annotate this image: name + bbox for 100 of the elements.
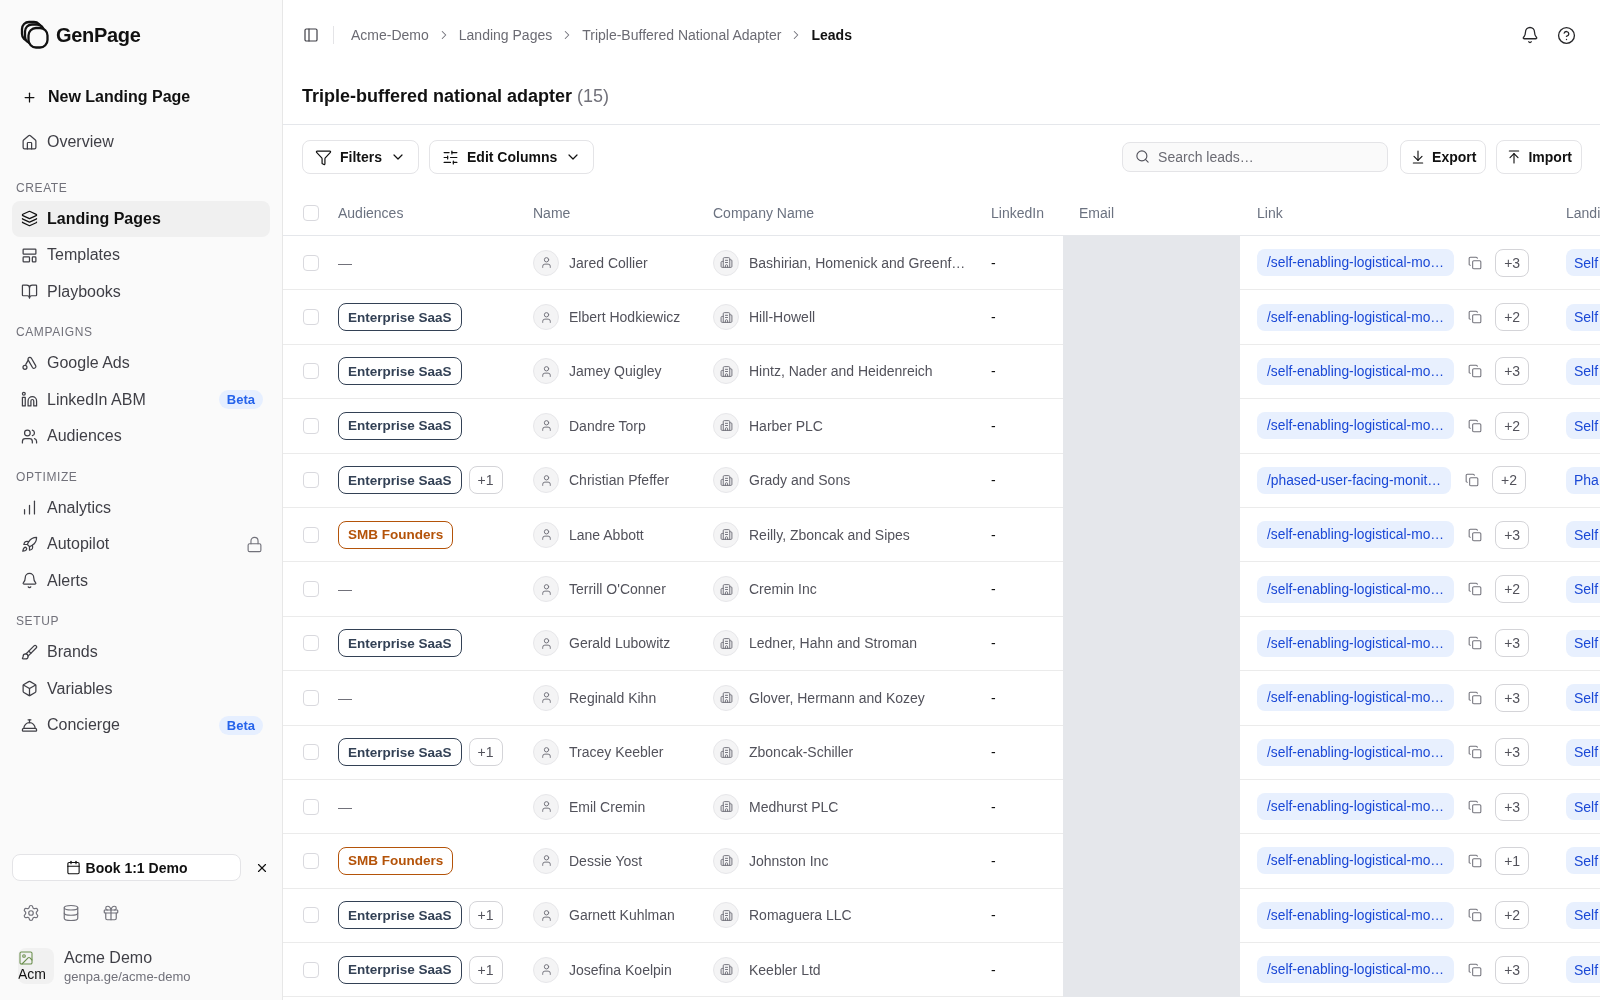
row-checkbox[interactable]: [303, 472, 319, 489]
link-chip[interactable]: /self-enabling-logistical-mo…: [1257, 575, 1455, 603]
filters-button[interactable]: Filters: [302, 140, 419, 174]
landing-page-chip[interactable]: Self: [1566, 521, 1600, 549]
row-checkbox[interactable]: [303, 907, 319, 924]
landing-page-chip[interactable]: Self: [1566, 684, 1600, 712]
nav-item[interactable]: Landing Pages: [12, 200, 270, 237]
link-chip[interactable]: /self-enabling-logistical-mo…: [1257, 901, 1455, 929]
landing-page-chip[interactable]: Self: [1566, 303, 1600, 331]
more-links-chip[interactable]: +1: [1495, 847, 1530, 875]
import-button[interactable]: Import: [1496, 140, 1582, 174]
nav-item[interactable]: LinkedIn ABM Beta: [12, 381, 270, 418]
more-links-chip[interactable]: +3: [1495, 738, 1530, 767]
copy-icon[interactable]: [1468, 582, 1483, 597]
database-icon[interactable]: [62, 904, 80, 922]
book-demo-button[interactable]: Book 1:1 Demo: [12, 854, 241, 881]
row-checkbox[interactable]: [303, 961, 319, 978]
copy-icon[interactable]: [1468, 745, 1483, 760]
link-chip[interactable]: /self-enabling-logistical-mo…: [1257, 521, 1455, 549]
row-checkbox[interactable]: [303, 853, 319, 869]
landing-page-chip[interactable]: Self: [1566, 575, 1600, 603]
landing-page-chip[interactable]: Pha: [1566, 466, 1600, 494]
settings-icon[interactable]: [22, 904, 40, 922]
nav-item[interactable]: Overview: [12, 124, 270, 161]
bell-icon[interactable]: [1521, 26, 1539, 44]
landing-page-chip[interactable]: Self: [1566, 357, 1600, 385]
link-chip[interactable]: /self-enabling-logistical-mo…: [1257, 629, 1455, 657]
copy-icon[interactable]: [1468, 908, 1483, 923]
landing-page-chip[interactable]: Self: [1566, 901, 1600, 929]
link-chip[interactable]: /self-enabling-logistical-mo…: [1257, 412, 1455, 440]
more-audiences-chip[interactable]: +1: [468, 738, 503, 767]
more-links-chip[interactable]: +3: [1495, 357, 1530, 386]
nav-item[interactable]: Audiences: [12, 418, 270, 455]
link-chip[interactable]: /phased-user-facing-monit…: [1257, 466, 1452, 494]
landing-page-chip[interactable]: Self: [1566, 793, 1600, 821]
breadcrumb-link[interactable]: Leads: [811, 27, 852, 43]
breadcrumb-link[interactable]: Triple-Buffered National Adapter: [582, 27, 782, 43]
link-chip[interactable]: /self-enabling-logistical-mo…: [1257, 249, 1455, 277]
copy-icon[interactable]: [1468, 636, 1483, 651]
row-checkbox[interactable]: [303, 363, 319, 380]
select-all-checkbox[interactable]: [303, 204, 319, 221]
gift-icon[interactable]: [102, 904, 120, 922]
link-chip[interactable]: /self-enabling-logistical-mo…: [1257, 303, 1455, 331]
new-landing-page-button[interactable]: New Landing Page: [12, 79, 270, 116]
copy-icon[interactable]: [1468, 962, 1483, 977]
more-links-chip[interactable]: +2: [1495, 901, 1530, 930]
edit-columns-button[interactable]: Edit Columns: [429, 140, 595, 174]
row-checkbox[interactable]: [303, 309, 319, 326]
more-audiences-chip[interactable]: +1: [468, 466, 503, 495]
copy-icon[interactable]: [1468, 255, 1483, 270]
breadcrumb-link[interactable]: Landing Pages: [458, 27, 553, 43]
nav-item[interactable]: Analytics: [12, 489, 270, 526]
more-links-chip[interactable]: +3: [1495, 248, 1530, 277]
copy-icon[interactable]: [1468, 310, 1483, 325]
landing-page-chip[interactable]: Self: [1566, 847, 1600, 875]
landing-page-chip[interactable]: Self: [1566, 412, 1600, 440]
row-checkbox[interactable]: [303, 689, 319, 706]
nav-item[interactable]: Brands: [12, 634, 270, 671]
more-links-chip[interactable]: +3: [1495, 629, 1530, 658]
row-checkbox[interactable]: [303, 417, 319, 434]
more-links-chip[interactable]: +3: [1495, 520, 1530, 549]
help-icon[interactable]: [1557, 25, 1576, 45]
landing-page-chip[interactable]: Self: [1566, 629, 1600, 657]
link-chip[interactable]: /self-enabling-logistical-mo…: [1257, 357, 1455, 385]
more-links-chip[interactable]: +2: [1495, 303, 1530, 332]
row-checkbox[interactable]: [303, 635, 319, 652]
more-audiences-chip[interactable]: +1: [468, 901, 503, 930]
link-chip[interactable]: /self-enabling-logistical-mo…: [1257, 956, 1455, 984]
more-links-chip[interactable]: +3: [1495, 683, 1530, 712]
row-checkbox[interactable]: [303, 744, 319, 761]
link-chip[interactable]: /self-enabling-logistical-mo…: [1257, 684, 1455, 712]
copy-icon[interactable]: [1468, 364, 1483, 379]
row-checkbox[interactable]: [303, 581, 319, 598]
copy-icon[interactable]: [1468, 527, 1483, 542]
nav-item[interactable]: Variables: [12, 670, 270, 707]
more-links-chip[interactable]: +2: [1495, 411, 1530, 440]
nav-item[interactable]: Concierge Beta: [12, 707, 270, 744]
nav-item[interactable]: Playbooks: [12, 273, 270, 310]
more-links-chip[interactable]: +3: [1495, 792, 1530, 821]
row-checkbox[interactable]: [303, 254, 319, 271]
sidebar-toggle-icon[interactable]: [303, 27, 319, 43]
link-chip[interactable]: /self-enabling-logistical-mo…: [1257, 847, 1455, 875]
landing-page-chip[interactable]: Self: [1566, 956, 1600, 984]
link-chip[interactable]: /self-enabling-logistical-mo…: [1257, 738, 1455, 766]
copy-icon[interactable]: [1468, 690, 1483, 705]
copy-icon[interactable]: [1468, 854, 1483, 868]
row-checkbox[interactable]: [303, 526, 319, 543]
more-links-chip[interactable]: +2: [1495, 575, 1530, 604]
copy-icon[interactable]: [1465, 473, 1480, 488]
breadcrumb-link[interactable]: Acme-Demo: [351, 27, 429, 43]
nav-item[interactable]: Google Ads: [12, 345, 270, 382]
row-checkbox[interactable]: [303, 798, 319, 815]
copy-icon[interactable]: [1468, 799, 1483, 814]
nav-item[interactable]: Templates: [12, 237, 270, 274]
landing-page-chip[interactable]: Self: [1566, 738, 1600, 766]
more-links-chip[interactable]: +2: [1492, 466, 1527, 495]
nav-item[interactable]: Alerts: [12, 562, 270, 599]
link-chip[interactable]: /self-enabling-logistical-mo…: [1257, 793, 1455, 821]
search-field[interactable]: Search leads…: [1122, 142, 1389, 172]
landing-page-chip[interactable]: Self: [1566, 249, 1600, 277]
